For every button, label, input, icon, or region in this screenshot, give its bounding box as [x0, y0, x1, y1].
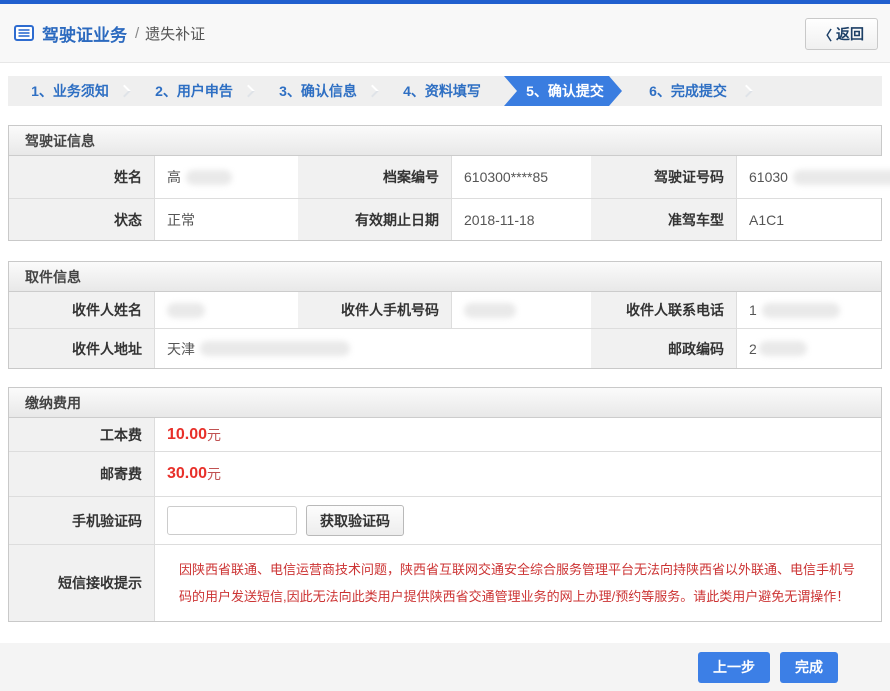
postage-fee-unit: 元	[207, 464, 221, 484]
postage-fee-label: 邮寄费	[9, 451, 154, 496]
recipient-name-value	[154, 292, 298, 328]
postage-fee-value: 30.00元	[154, 451, 881, 496]
step-tab-4-label: 4、资料填写	[403, 81, 481, 101]
production-fee-value: 10.00元	[154, 418, 881, 451]
step-tabs-filler	[754, 76, 882, 106]
license-section-title: 驾驶证信息	[25, 131, 95, 151]
sms-code-label: 手机验证码	[9, 496, 154, 544]
status-label: 状态	[9, 198, 154, 240]
sms-notice-label: 短信接收提示	[9, 544, 154, 621]
sms-code-input[interactable]	[167, 506, 297, 535]
previous-step-button[interactable]: 上一步	[698, 652, 770, 683]
step-tab-1[interactable]: 1、业务须知	[8, 76, 132, 106]
redacted-value	[186, 170, 232, 185]
production-fee-label: 工本费	[9, 418, 154, 451]
redacted-value	[200, 341, 350, 356]
get-code-button[interactable]: 获取验证码	[306, 505, 404, 536]
step-tabs: 1、业务须知 2、用户申告 3、确认信息 4、资料填写 5、确认提交 6、完成提…	[8, 76, 882, 106]
recipient-phone-label: 收件人联系电话	[591, 292, 736, 328]
table-row: 手机验证码 获取验证码	[9, 496, 881, 544]
status-value: 正常	[154, 198, 298, 240]
redacted-value	[793, 170, 890, 185]
table-row: 姓名 高 档案编号 610300****85 驾驶证号码 61030	[9, 156, 881, 198]
recipient-phone-value: 1	[736, 292, 881, 328]
recipient-name-label: 收件人姓名	[9, 292, 154, 328]
step-tab-6-label: 6、完成提交	[649, 81, 727, 101]
step-tab-5-active[interactable]: 5、确认提交	[504, 76, 622, 106]
recipient-mobile-label: 收件人手机号码	[298, 292, 451, 328]
license-no-value: 61030	[736, 156, 890, 198]
finish-button[interactable]: 完成	[780, 652, 838, 683]
pickup-info-panel: 取件信息 收件人姓名 收件人手机号码 收件人联系电话 1 收件人地址 天津 邮政…	[8, 261, 882, 369]
sms-code-field-cell: 获取验证码	[154, 496, 881, 544]
expiry-value: 2018-11-18	[451, 198, 591, 240]
fees-panel: 缴纳费用 工本费 10.00元 邮寄费 30.00元 手机验证码 获取验证码 短…	[8, 387, 882, 622]
page-header: 驾驶证业务 / 遗失补证 〈 返回	[0, 4, 890, 63]
fees-section-header: 缴纳费用	[9, 388, 881, 418]
production-fee-unit: 元	[207, 425, 221, 445]
vehicle-type-value: A1C1	[736, 198, 881, 240]
back-button[interactable]: 〈 返回	[805, 18, 878, 50]
file-no-value: 610300****85	[451, 156, 591, 198]
postal-code-value: 2	[736, 328, 881, 368]
step-tab-2[interactable]: 2、用户申告	[132, 76, 256, 106]
back-button-label: 返回	[836, 24, 864, 44]
step-separator-chevron-icon	[118, 85, 131, 98]
table-row: 邮寄费 30.00元	[9, 451, 881, 496]
breadcrumb-separator: /	[135, 25, 139, 42]
step-tab-2-label: 2、用户申告	[155, 81, 233, 101]
step-tab-1-label: 1、业务须知	[31, 81, 109, 101]
redacted-value	[167, 303, 205, 318]
name-value: 高	[154, 156, 298, 198]
breadcrumb-current: 遗失补证	[145, 23, 205, 44]
step-tab-6[interactable]: 6、完成提交	[622, 76, 754, 106]
step-separator-chevron-icon	[366, 85, 379, 98]
recipient-mobile-value	[451, 292, 591, 328]
page-title: 驾驶证业务	[42, 21, 127, 46]
table-row: 工本费 10.00元	[9, 418, 881, 451]
sms-notice-text: 因陕西省联通、电信运营商技术问题，陕西省互联网交通安全综合服务管理平台无法向持陕…	[167, 549, 873, 617]
table-row: 收件人姓名 收件人手机号码 收件人联系电话 1	[9, 292, 881, 328]
file-no-label: 档案编号	[298, 156, 451, 198]
redacted-value	[759, 341, 807, 356]
step-tab-4[interactable]: 4、资料填写	[380, 76, 504, 106]
table-row: 短信接收提示 因陕西省联通、电信运营商技术问题，陕西省互联网交通安全综合服务管理…	[9, 544, 881, 621]
step-separator-chevron-icon	[740, 85, 753, 98]
sms-notice-cell: 因陕西省联通、电信运营商技术问题，陕西省互联网交通安全综合服务管理平台无法向持陕…	[154, 544, 881, 621]
production-fee-amount: 10.00	[167, 426, 207, 444]
recipient-address-value: 天津	[154, 328, 591, 368]
license-section-header: 驾驶证信息	[9, 126, 881, 156]
redacted-value	[762, 303, 840, 318]
step-tab-5-label: 5、确认提交	[526, 81, 604, 101]
redacted-value	[464, 303, 516, 318]
fees-section-title: 缴纳费用	[25, 393, 81, 413]
table-row: 收件人地址 天津 邮政编码 2	[9, 328, 881, 368]
expiry-label: 有效期止日期	[298, 198, 451, 240]
postage-fee-amount: 30.00	[167, 465, 207, 483]
recipient-address-label: 收件人地址	[9, 328, 154, 368]
license-info-panel: 驾驶证信息 姓名 高 档案编号 610300****85 驾驶证号码 61030…	[8, 125, 882, 241]
pickup-section-header: 取件信息	[9, 262, 881, 292]
name-label: 姓名	[9, 156, 154, 198]
table-row: 状态 正常 有效期止日期 2018-11-18 准驾车型 A1C1	[9, 198, 881, 240]
postal-code-label: 邮政编码	[591, 328, 736, 368]
footer-action-bar: 上一步 完成	[0, 643, 890, 691]
step-separator-chevron-icon	[242, 85, 255, 98]
pickup-section-title: 取件信息	[25, 267, 81, 287]
step-tab-3[interactable]: 3、确认信息	[256, 76, 380, 106]
license-no-label: 驾驶证号码	[591, 156, 736, 198]
step-tab-3-label: 3、确认信息	[279, 81, 357, 101]
form-list-icon	[14, 25, 34, 41]
vehicle-type-label: 准驾车型	[591, 198, 736, 240]
back-chevron-icon: 〈	[819, 25, 832, 44]
